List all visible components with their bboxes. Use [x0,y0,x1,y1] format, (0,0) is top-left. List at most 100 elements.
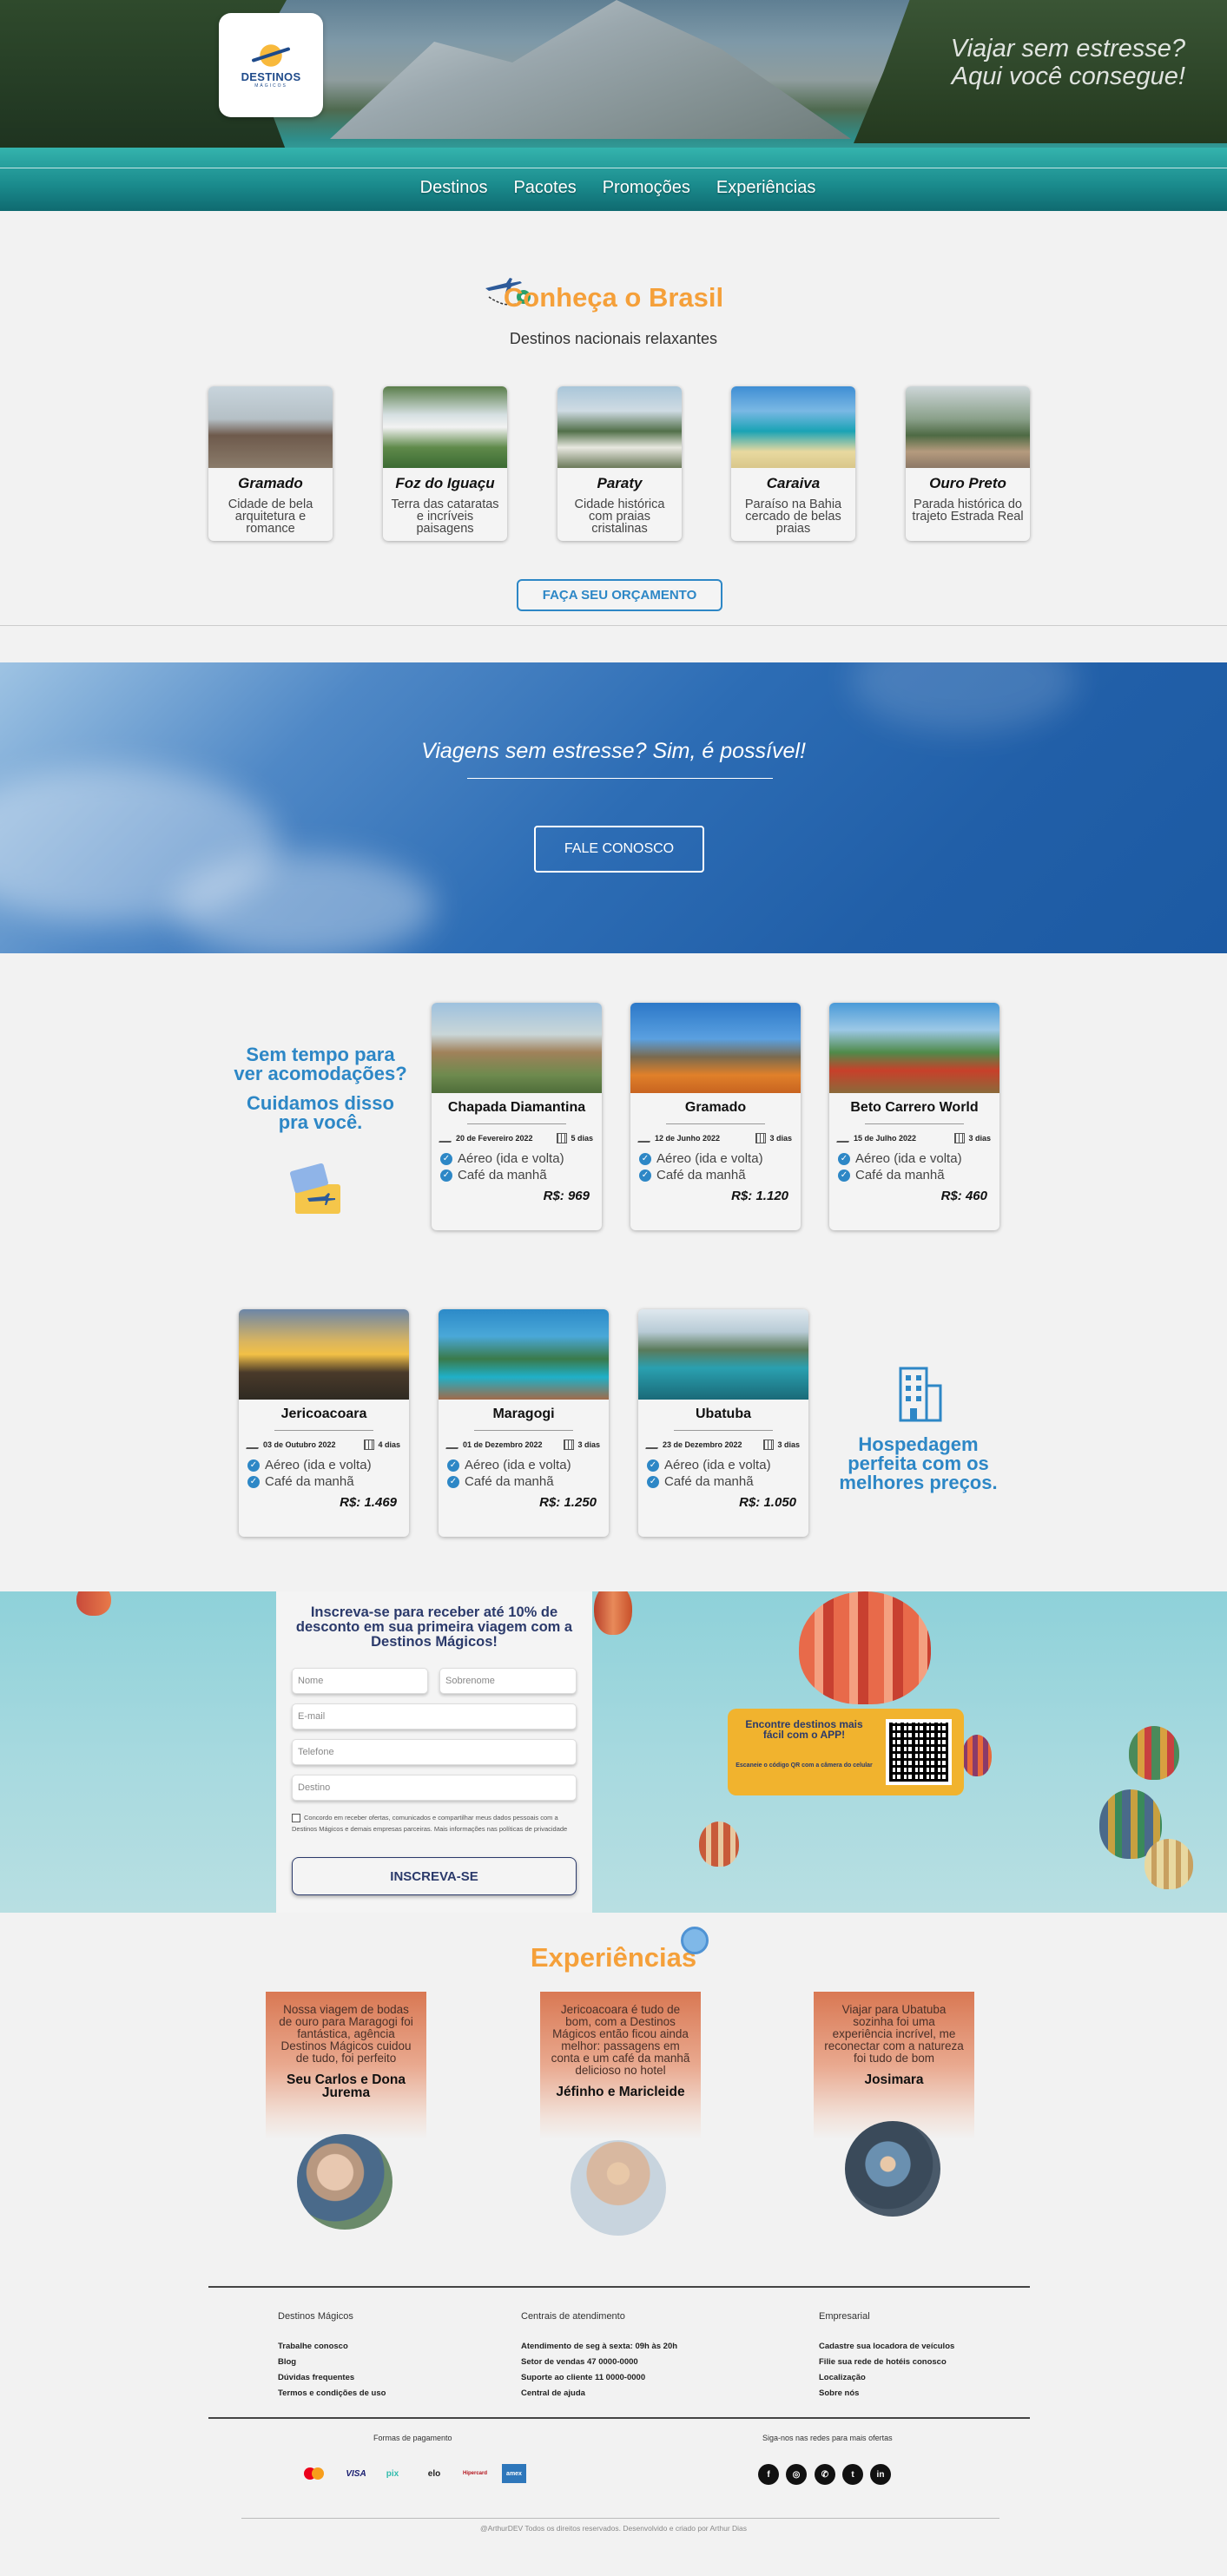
quote-button[interactable]: FAÇA SEU ORÇAMENTO [517,579,722,611]
footer-link[interactable]: Trabalhe conosco [278,2339,386,2355]
destination-card[interactable]: Foz do Iguaçu Terra das cataratas e incr… [383,386,507,541]
calendar-icon [557,1133,568,1143]
section-subtitle-brasil: Destinos nacionais relaxantes [509,330,718,347]
package-days: 3 dias [968,1134,991,1143]
check-icon: ✓ [838,1169,850,1182]
package-card[interactable]: Gramado 12 de Junho 2022 3 dias ✓ Aéreo (i… [630,1003,801,1230]
hotel-building-icon [899,1367,942,1422]
footer-heading: Destinos Mágicos [278,2311,353,2322]
testimonial-quote: Viajar para Ubatuba sozinha foi uma expe… [824,2003,964,2065]
instagram-icon[interactable]: ◎ [786,2464,807,2485]
check-icon: ✓ [639,1169,651,1182]
paraty-photo [557,386,682,468]
footer-link[interactable]: Sobre nós [819,2386,954,2401]
packages-message-1: Sem tempo para ver acomodações? Cuidamos… [233,1045,408,1132]
footer-link[interactable]: Blog [278,2355,386,2370]
destination-card[interactable]: Gramado Cidade de bela arquitetura e rom… [208,386,333,541]
footer-link[interactable]: Suporte ao cliente 11 0000-0000 [521,2370,677,2386]
package-card[interactable]: Chapada Diamantina 20 de Fevereiro 2022 5… [432,1003,602,1230]
plane-icon [439,1134,454,1143]
check-icon: ✓ [440,1152,452,1165]
tagline-line-1: Viajar sem estresse? [950,35,1185,63]
main-nav: Destinos Pacotes Promoções Experiências [0,178,1227,198]
check-icon: ✓ [447,1475,459,1488]
nav-experiencias[interactable]: Experiências [716,178,816,198]
destination-input[interactable]: Destino [292,1775,577,1801]
ticket-plane-icon [289,1163,340,1214]
destination-name: Caraiva [766,475,821,491]
footer-link[interactable]: Filie sua rede de hotéis conosco [819,2355,954,2370]
include-flight: Aéreo (ida e volta) [265,1458,372,1472]
package-card[interactable]: Beto Carrero World 15 de Julho 2022 3 dia… [829,1003,999,1230]
package-card[interactable]: Ubatuba 23 de Dezembro 2022 3 dias ✓ Aéreo… [638,1309,808,1537]
nav-promocoes[interactable]: Promoções [603,178,690,198]
package-name: Chapada Diamantina [447,1100,586,1115]
destination-name: Foz do Iguaçu [395,475,495,491]
footer-mid-line [208,2417,1030,2419]
gramado-package-photo [630,1003,801,1093]
brand-logo[interactable]: DESTINOS MÁGICOS [219,13,323,117]
package-card[interactable]: Jericoacoara 03 de Outubro 2022 4 dias ✓ A… [239,1309,409,1537]
footer-link[interactable]: Termos e condições de uso [278,2386,386,2401]
app-promo-box: Encontre destinos mais fácil com o APP! … [728,1709,964,1795]
foz-photo [383,386,507,468]
sky-banner: Viagens sem estresse? Sim, é possível! F… [0,662,1227,953]
contact-button[interactable]: FALE CONOSCO [534,826,704,873]
destination-card[interactable]: Ouro Preto Parada histórica do trajeto E… [906,386,1030,541]
social-title: Siga-nos nas redes para mais ofertas [762,2434,893,2442]
package-divider [467,1123,566,1124]
calendar-icon [364,1440,375,1450]
experiences-title: Experiências [530,1942,697,1973]
plane-icon [445,1440,461,1449]
whatsapp-icon[interactable]: ✆ [815,2464,835,2485]
check-icon: ✓ [247,1475,260,1488]
first-name-input[interactable]: Nome [292,1668,428,1694]
package-days: 3 dias [777,1440,800,1449]
twitter-icon[interactable]: t [842,2464,863,2485]
include-flight: Aéreo (ida e volta) [458,1151,564,1166]
package-divider [474,1430,573,1431]
testimonial-quote: Jericoacoara é tudo de bom, com a Destin… [551,2003,690,2077]
footer-link[interactable]: Localização [819,2370,954,2386]
nav-pacotes[interactable]: Pacotes [513,178,576,198]
subscribe-button[interactable]: INSCREVA-SE [292,1857,577,1895]
package-name: Beto Carrero World [850,1100,979,1115]
include-breakfast: Café da manhã [855,1168,945,1183]
footer-link[interactable]: Setor de vendas 47 0000-0000 [521,2355,677,2370]
nav-destinos[interactable]: Destinos [420,178,488,198]
payments-title: Formas de pagamento [373,2434,452,2442]
footer-link[interactable]: Cadastre sua locadora de veículos [819,2339,954,2355]
package-price: R$: 969 [543,1189,590,1203]
destination-card[interactable]: Paraty Cidade histórica com praias crist… [557,386,682,541]
testimonial-author: Jéfinho e Maricleide [556,2085,685,2099]
include-breakfast: Café da manhã [465,1474,554,1489]
package-days: 4 dias [378,1440,400,1449]
package-date: 12 de Junho 2022 [655,1134,721,1143]
package-divider [666,1123,765,1124]
package-divider [674,1430,773,1431]
qr-code[interactable] [886,1719,952,1785]
package-divider [865,1123,964,1124]
destination-name: Paraty [597,475,643,491]
destination-card[interactable]: Caraiva Paraíso na Bahia cercado de bela… [731,386,855,541]
package-days: 3 dias [769,1134,792,1143]
facebook-icon[interactable]: f [758,2464,779,2485]
include-flight: Aéreo (ida e volta) [855,1151,962,1166]
footer-link[interactable]: Dúvidas frequentes [278,2370,386,2386]
consent-text: Concordo em receber ofertas, comunicados… [292,1814,568,1833]
destination-desc: Cidade de bela arquitetura e romance [228,497,313,536]
footer-link: Atendimento de seg à sexta: 09h às 20h [521,2342,678,2351]
phone-input[interactable]: Telefone [292,1739,577,1765]
package-card[interactable]: Maragogi 01 de Dezembro 2022 3 dias ✓ Aére… [439,1309,609,1537]
consent-checkbox[interactable] [292,1814,300,1823]
mountain-image [330,0,851,139]
email-input[interactable]: E-mail [292,1703,577,1729]
last-name-input[interactable]: Sobrenome [439,1668,577,1694]
footer-link[interactable]: Central de ajuda [521,2386,677,2401]
check-icon: ✓ [639,1152,651,1165]
banner-underline [467,778,773,779]
linkedin-icon[interactable]: in [870,2464,891,2485]
chapada-photo [432,1003,602,1093]
smile-icon [681,1927,709,1954]
include-flight: Aéreo (ida e volta) [664,1458,771,1472]
